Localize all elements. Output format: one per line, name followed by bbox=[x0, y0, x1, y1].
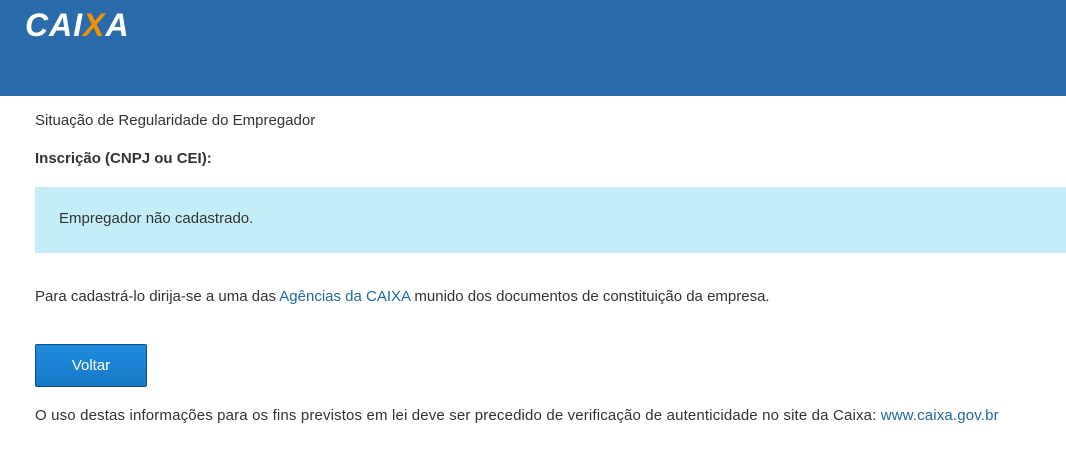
logo-text-prefix: CAI bbox=[25, 7, 84, 43]
header-bar: CAIXA bbox=[0, 0, 1066, 96]
info-text-before: Para cadastrá-lo dirija-se a uma das bbox=[35, 288, 280, 305]
agencias-link[interactable]: Agências da CAIXA bbox=[279, 288, 410, 305]
caixa-logo[interactable]: CAIXA bbox=[25, 8, 130, 42]
page-title: Situação de Regularidade do Empregador bbox=[35, 112, 316, 129]
caixa-site-link[interactable]: www.caixa.gov.br bbox=[881, 407, 999, 424]
info-text-after: munido dos documentos de constituição da… bbox=[410, 288, 770, 305]
footer-text: O uso destas informações para os fins pr… bbox=[35, 407, 999, 424]
footer-text-body: O uso destas informações para os fins pr… bbox=[35, 407, 881, 424]
info-text: Para cadastrá-lo dirija-se a uma das Agê… bbox=[35, 288, 770, 305]
alert-box: Empregador não cadastrado. bbox=[35, 187, 1066, 253]
logo-text-x: X bbox=[83, 7, 106, 43]
alert-message: Empregador não cadastrado. bbox=[59, 210, 254, 227]
back-button[interactable]: Voltar bbox=[35, 344, 147, 387]
inscricao-label: Inscrição (CNPJ ou CEI): bbox=[35, 150, 212, 167]
logo-text-suffix: A bbox=[105, 7, 130, 43]
